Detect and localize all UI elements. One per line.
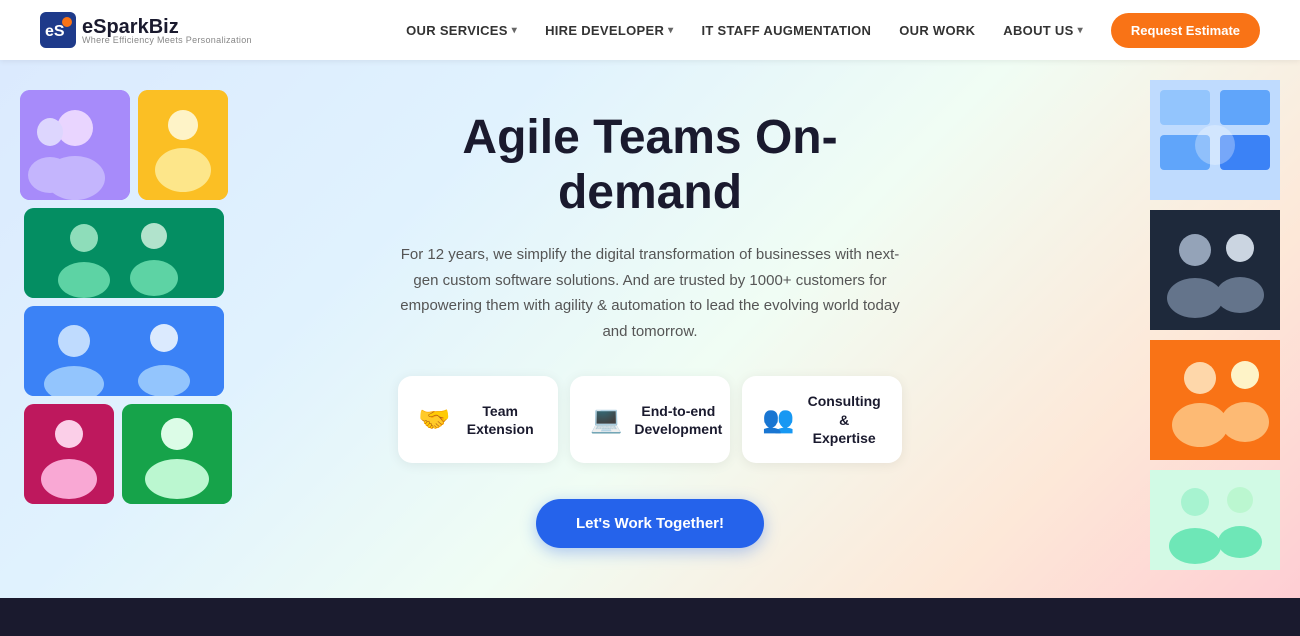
photo-collage-left: [20, 90, 232, 504]
logo[interactable]: eS eSparkBiz Where Efficiency Meets Pers…: [40, 12, 252, 48]
consulting-icon: 👥: [762, 404, 794, 435]
service-label-team-extension: Team Extension: [462, 402, 538, 438]
lets-work-together-button[interactable]: Let's Work Together!: [536, 499, 764, 548]
hero-section: Agile Teams On-demand For 12 years, we s…: [0, 60, 1300, 598]
photo-block-r2: [1150, 210, 1280, 330]
photo-block-2: [138, 90, 228, 200]
nav-links: OUR SERVICES ▾ HIRE DEVELOPER ▾ IT STAFF…: [406, 13, 1260, 48]
service-cards: 🤝 Team Extension 💻 End-to-end Developmen…: [400, 376, 900, 463]
service-card-end-to-end[interactable]: 💻 End-to-end Development: [570, 376, 730, 463]
nav-item-about-us[interactable]: ABOUT US ▾: [1003, 23, 1083, 38]
end-to-end-icon: 💻: [590, 404, 622, 435]
request-estimate-button[interactable]: Request Estimate: [1111, 13, 1260, 48]
service-card-consulting[interactable]: 👥 Consulting & Expertise: [742, 376, 902, 463]
photo-block-6: [122, 404, 232, 504]
nav-item-hire-developer[interactable]: HIRE DEVELOPER ▾: [545, 23, 673, 38]
photo-block-r4: [1150, 470, 1280, 570]
service-label-end-to-end: End-to-end Development: [634, 402, 722, 438]
hero-title: Agile Teams On-demand: [400, 110, 900, 220]
photo-collage-right: [1150, 80, 1280, 570]
chevron-down-icon: ▾: [1078, 25, 1083, 36]
photo-block-5: [24, 404, 114, 504]
photo-block-r3: [1150, 340, 1280, 460]
nav-item-our-work[interactable]: OUR WORK: [899, 23, 975, 38]
service-label-consulting: Consulting & Expertise: [806, 392, 882, 447]
hero-center: Agile Teams On-demand For 12 years, we s…: [380, 90, 920, 568]
navbar: eS eSparkBiz Where Efficiency Meets Pers…: [0, 0, 1300, 60]
photo-block-3: [24, 208, 224, 298]
chevron-down-icon: ▾: [668, 25, 673, 36]
service-card-team-extension[interactable]: 🤝 Team Extension: [398, 376, 558, 463]
team-extension-icon: 🤝: [418, 404, 450, 435]
photo-block-1: [20, 90, 130, 200]
nav-item-it-staff[interactable]: IT STAFF AUGMENTATION: [701, 23, 871, 38]
footer-bar: [0, 598, 1300, 636]
hero-description: For 12 years, we simplify the digital tr…: [400, 242, 900, 344]
photo-block-4: [24, 306, 224, 396]
logo-subtitle: Where Efficiency Meets Personalization: [82, 35, 252, 45]
photo-block-r1: [1150, 80, 1280, 200]
chevron-down-icon: ▾: [512, 25, 517, 36]
svg-text:eS: eS: [45, 23, 65, 40]
nav-item-our-services[interactable]: OUR SERVICES ▾: [406, 23, 517, 38]
